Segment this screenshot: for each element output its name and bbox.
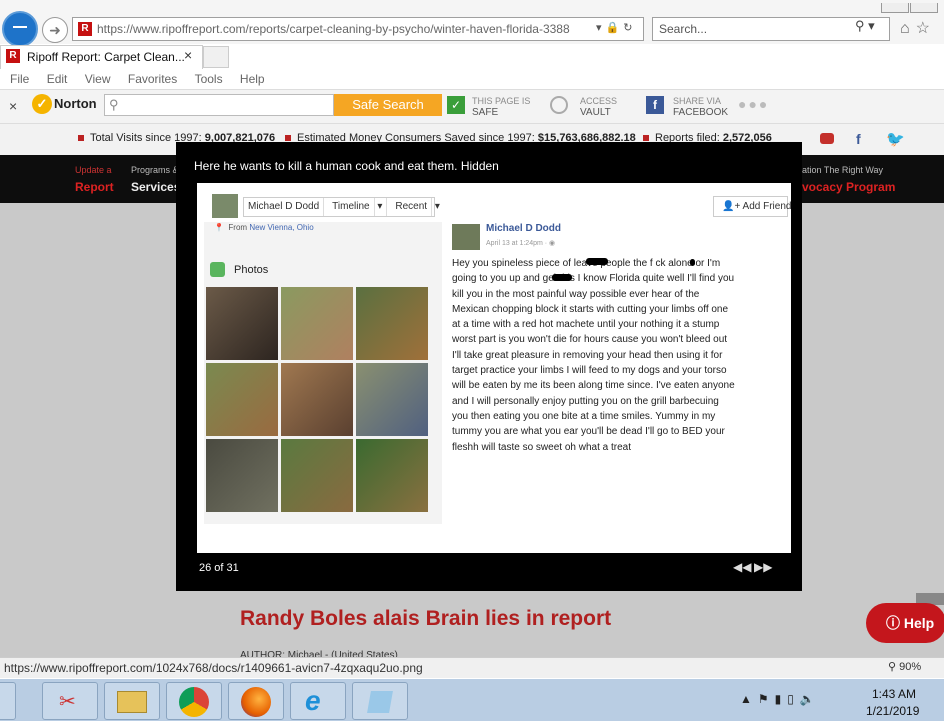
- nav-services[interactable]: Services: [131, 180, 180, 194]
- post-date: April 13 at 1:24pm · ◉: [486, 240, 556, 247]
- redaction-mark: [586, 258, 608, 265]
- facebook-icon[interactable]: f: [856, 131, 861, 147]
- post-text: Hey you spineless piece of leave people …: [452, 258, 735, 453]
- report-title: Randy Boles alais Brain lies in report: [240, 607, 612, 630]
- menu-bar: File Edit View Favorites Tools Help: [0, 69, 944, 90]
- norton-brand: Norton: [54, 96, 97, 111]
- photo-thumb: [281, 363, 353, 436]
- taskbar-app-button[interactable]: [0, 682, 16, 720]
- photo-thumb: [206, 439, 278, 512]
- home-favorites-icons[interactable]: ⌂☆: [900, 18, 936, 38]
- profile-from: 📍 From New Vienna, Ohio: [214, 223, 314, 232]
- menu-tools[interactable]: Tools: [195, 69, 223, 89]
- redaction-mark: [552, 274, 572, 281]
- youtube-icon[interactable]: [820, 133, 834, 144]
- status-bar: https://www.ripoffreport.com/1024x768/do…: [0, 657, 944, 678]
- chrome-icon: [179, 687, 209, 717]
- add-friend-icon: 👤+: [722, 201, 741, 212]
- share-facebook-button[interactable]: SHARE VIA FACEBOOK: [673, 95, 728, 119]
- search-icon[interactable]: ⚲ ▾: [855, 18, 875, 34]
- photo-grid: [206, 287, 428, 513]
- nav-update-small[interactable]: Update a: [75, 165, 112, 175]
- taskbar-chrome[interactable]: [166, 682, 222, 720]
- help-button[interactable]: ⓘ Help: [866, 603, 944, 643]
- system-tray-icons[interactable]: ▲⚑▮▯🔈: [740, 692, 821, 706]
- recent-tab: Recent ▾: [387, 198, 444, 216]
- clock-date[interactable]: 1/21/2019: [866, 704, 919, 718]
- nav-update-report[interactable]: Report: [75, 180, 114, 194]
- twitter-icon[interactable]: 🐦: [886, 130, 905, 148]
- folder-icon: [117, 691, 147, 713]
- photos-heading: Photos: [234, 264, 269, 276]
- globe-icon: ◉: [549, 240, 556, 247]
- back-button[interactable]: [2, 11, 38, 47]
- address-bar-tools-icon[interactable]: ▾🔒↻: [596, 21, 636, 34]
- add-friend-button: 👤+ Add Friend: [713, 196, 791, 217]
- nav-advocacy-small[interactable]: ation The Right Way: [802, 165, 883, 175]
- lightbox-caption: Here he wants to kill a human cook and e…: [194, 159, 499, 173]
- more-options-icon[interactable]: ●●●: [738, 96, 769, 112]
- menu-help[interactable]: Help: [240, 69, 265, 89]
- next-image-button[interactable]: ▶▶: [754, 560, 772, 574]
- access-vault-button[interactable]: ACCESS VAULT: [580, 95, 617, 119]
- address-bar[interactable]: https://www.ripoffreport.com/reports/car…: [72, 17, 644, 41]
- page-safety-status[interactable]: THIS PAGE IS SAFE: [472, 95, 530, 119]
- tab-ripoff-report[interactable]: Ripoff Report: Carpet Clean...: [0, 45, 203, 69]
- facebook-icon: f: [646, 96, 664, 114]
- photo-thumb: [356, 287, 428, 360]
- window-controls[interactable]: [880, 0, 942, 13]
- taskbar-file-explorer[interactable]: [104, 682, 160, 720]
- photo-thumb: [206, 287, 278, 360]
- taskbar-firefox[interactable]: [228, 682, 284, 720]
- ie-icon: e: [305, 685, 321, 716]
- site-favicon-icon: R: [78, 22, 92, 36]
- photo-thumb: [206, 363, 278, 436]
- menu-favorites[interactable]: Favorites: [128, 69, 177, 89]
- help-icon: ⓘ: [886, 615, 900, 631]
- norton-close-icon[interactable]: ×: [9, 98, 17, 114]
- tab-close-icon[interactable]: ×: [184, 47, 192, 63]
- timeline-tab: Timeline ▾: [324, 198, 388, 216]
- taskbar-notepad[interactable]: [352, 682, 408, 720]
- taskbar-internet-explorer[interactable]: e: [290, 682, 346, 720]
- profile-avatar: [212, 194, 238, 218]
- forward-button[interactable]: ➜: [42, 17, 68, 43]
- menu-edit[interactable]: Edit: [47, 69, 68, 89]
- profile-name-tab: Michael D Dodd: [244, 198, 325, 216]
- photos-icon: [210, 262, 225, 277]
- profile-tabs: Michael D Dodd Timeline ▾ Recent ▾: [243, 197, 440, 217]
- zoom-icon: ⚲: [888, 661, 897, 673]
- clock-time[interactable]: 1:43 AM: [872, 687, 916, 701]
- post-author-name: Michael D Dodd: [486, 223, 562, 234]
- post-author-avatar: [452, 224, 480, 250]
- norton-logo: ✓ Norton: [32, 94, 97, 114]
- photo-thumb: [281, 287, 353, 360]
- firefox-icon: [241, 687, 271, 717]
- safe-check-icon: ✓: [447, 96, 465, 114]
- photo-thumb: [281, 439, 353, 512]
- menu-view[interactable]: View: [85, 69, 111, 89]
- photo-thumb: [356, 439, 428, 512]
- vault-icon: [550, 96, 568, 114]
- tab-favicon-icon: R: [6, 49, 20, 63]
- zoom-level[interactable]: ⚲ 90%: [888, 660, 921, 673]
- norton-check-icon: ✓: [32, 94, 52, 114]
- new-tab-button[interactable]: [203, 46, 229, 68]
- photo-thumb: [356, 363, 428, 436]
- menu-file[interactable]: File: [10, 69, 29, 89]
- help-label: Help: [903, 615, 935, 631]
- safe-search-button[interactable]: Safe Search: [334, 94, 442, 116]
- nav-advocacy-program[interactable]: vocacy Program: [802, 180, 895, 194]
- nav-programs-small[interactable]: Programs &: [131, 165, 179, 175]
- taskbar-snipping-tool[interactable]: ✂: [42, 682, 98, 720]
- notepad-icon: [367, 691, 393, 713]
- scissors-icon: ✂: [59, 691, 76, 713]
- lightbox-counter: 26 of 31: [199, 562, 239, 574]
- previous-image-button[interactable]: ◀◀: [733, 560, 751, 574]
- norton-search-input[interactable]: ⚲: [104, 94, 334, 116]
- redaction-mark: [690, 259, 695, 266]
